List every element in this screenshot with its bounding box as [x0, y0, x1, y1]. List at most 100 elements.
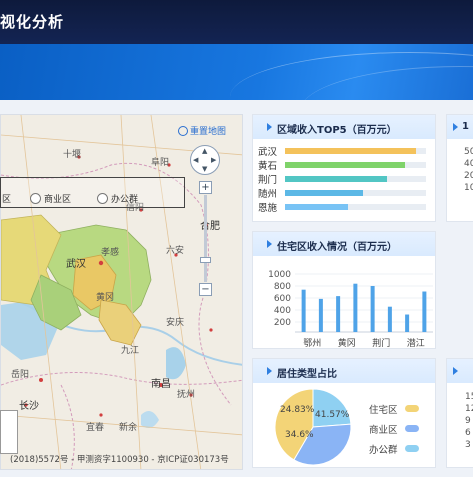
y-tick: 15	[465, 392, 473, 402]
map-place-label: 新余	[119, 423, 138, 433]
residential-bar[interactable]	[370, 286, 375, 332]
top5-bar-track	[285, 148, 426, 154]
top5-bar-fill	[285, 162, 405, 168]
x-tick-label: 鄂州	[303, 338, 321, 349]
top5-bar-fill	[285, 176, 387, 182]
legend-item-commercial[interactable]: 商业区	[30, 192, 71, 205]
map-legend	[0, 177, 185, 208]
pie-slice-label: 34.6%	[285, 430, 314, 440]
y-tick: 3	[465, 440, 471, 450]
residential-bar-chart: 1000 800 600 400 200 鄂州 黄冈 荆门 潜江	[268, 270, 433, 349]
zoom-slider-handle[interactable]	[200, 257, 211, 263]
map-place-label: 抚州	[177, 390, 196, 400]
map-scale-box	[0, 410, 18, 454]
panel-header: 居住类型占比	[253, 359, 435, 383]
pan-up-icon[interactable]: ▲	[202, 147, 207, 155]
pan-down-icon[interactable]: ▼	[202, 165, 207, 173]
top5-row-label: 武汉	[258, 147, 278, 158]
refresh-icon	[178, 125, 188, 136]
map-place-label: 宜春	[86, 423, 105, 433]
pie-legend-label: 办公群	[369, 445, 398, 456]
map-copyright: (2018)5572号 - 甲测资字1100930 - 京ICP证030173号	[10, 455, 229, 465]
top5-bar-fill	[285, 204, 349, 210]
residential-bar[interactable]	[387, 306, 392, 332]
panel-residence-type: 居住类型占比 24.83% 34.6% 41.57% 住宅区 商业区 办公群	[252, 358, 436, 468]
top5-row-label: 恩施	[258, 203, 278, 214]
triangle-icon	[453, 367, 458, 375]
residential-bar[interactable]	[422, 291, 427, 332]
y-tick-label: 600	[274, 294, 291, 304]
zoom-out-button[interactable]: −	[199, 283, 212, 296]
legend-label: 办公群	[111, 195, 139, 205]
y-tick-label: 400	[274, 306, 291, 316]
map-place-label: 六安	[166, 246, 185, 256]
triangle-icon	[267, 123, 272, 131]
panel-title: 居住类型占比	[277, 369, 337, 380]
pie-legend-swatch	[405, 425, 419, 432]
y-tick: 10	[464, 183, 473, 193]
triangle-icon	[267, 367, 272, 375]
page-title: 视化分析	[0, 13, 65, 31]
top5-row-label: 荆门	[258, 175, 278, 186]
y-tick: 9	[465, 416, 471, 426]
triangle-icon	[453, 123, 458, 131]
reset-map-button[interactable]: 重置地图	[178, 124, 226, 137]
residential-bar[interactable]	[301, 289, 306, 332]
triangle-icon	[267, 240, 272, 248]
panel-residential-income: 住宅区收入情况（百万元） 1000 800 600 400 200 鄂州 黄冈 荆门 潜江	[252, 231, 436, 349]
panel-header: 1	[447, 115, 473, 139]
map-place-label: 孝感	[101, 248, 120, 258]
y-tick: 6	[465, 428, 471, 438]
legend-item-residential[interactable]: 区	[2, 192, 11, 205]
pie-legend-label: 商业区	[369, 425, 398, 436]
pie-legend-swatch	[405, 405, 419, 412]
panel-right-partial: 1 50 40 20 10	[446, 114, 473, 222]
reset-map-label: 重置地图	[190, 127, 227, 137]
top5-bar-track	[285, 204, 426, 210]
residential-bar[interactable]	[353, 283, 358, 332]
top5-bar-track	[285, 176, 426, 182]
radio-icon	[30, 193, 41, 204]
pie-slice[interactable]	[312, 388, 352, 428]
y-tick-label: 200	[274, 318, 291, 328]
residence-pie-chart	[274, 388, 352, 466]
legend-item-office[interactable]: 办公群	[97, 192, 138, 205]
top5-row-label: 黄石	[258, 161, 278, 172]
map-pan-control[interactable]: ▲ ▼ ◀ ▶	[190, 145, 220, 175]
map-place-label: 长沙	[19, 401, 39, 412]
header-bar: 视化分析	[0, 0, 473, 44]
map-place-label: 安庆	[166, 318, 185, 328]
residential-bar[interactable]	[405, 314, 410, 332]
zoom-in-button[interactable]: +	[199, 181, 212, 194]
y-tick-label: 1000	[268, 270, 291, 280]
panel-top5: 区域收入TOP5（百万元） 武汉黄石荆门随州恩施	[252, 114, 436, 222]
pan-right-icon[interactable]: ▶	[211, 156, 216, 164]
residential-bar[interactable]	[318, 298, 323, 332]
header-banner	[0, 44, 473, 100]
residential-bar[interactable]	[336, 296, 341, 332]
map-place-label: 岳阳	[11, 370, 30, 380]
map-place-label: 南昌	[151, 379, 171, 390]
panel-title: 区域收入TOP5（百万元）	[277, 125, 397, 136]
y-tick: 12	[465, 404, 473, 414]
map-place-label: 九江	[121, 346, 140, 356]
pie-legend-label: 住宅区	[369, 405, 398, 416]
zoom-slider-track[interactable]	[204, 195, 207, 282]
panel-title: 1	[462, 121, 469, 132]
y-tick-label: 800	[274, 282, 291, 292]
y-tick: 50	[464, 147, 473, 157]
x-tick-label: 黄冈	[338, 337, 356, 349]
legend-label: 商业区	[44, 195, 72, 205]
panel-header	[447, 359, 473, 383]
pie-slice-label: 24.83%	[280, 405, 315, 415]
y-tick: 40	[464, 159, 473, 169]
panel-header: 住宅区收入情况（百万元）	[253, 232, 435, 256]
x-tick-label: 荆门	[372, 337, 390, 349]
map-place-label: 合肥	[200, 221, 220, 232]
panel-header: 区域收入TOP5（百万元）	[253, 115, 435, 139]
pan-left-icon[interactable]: ◀	[193, 156, 198, 164]
x-tick-label: 潜江	[407, 337, 425, 349]
y-tick: 20	[464, 171, 473, 181]
top5-row-label: 随州	[258, 189, 278, 200]
map-place-label: 十堰	[63, 150, 82, 160]
